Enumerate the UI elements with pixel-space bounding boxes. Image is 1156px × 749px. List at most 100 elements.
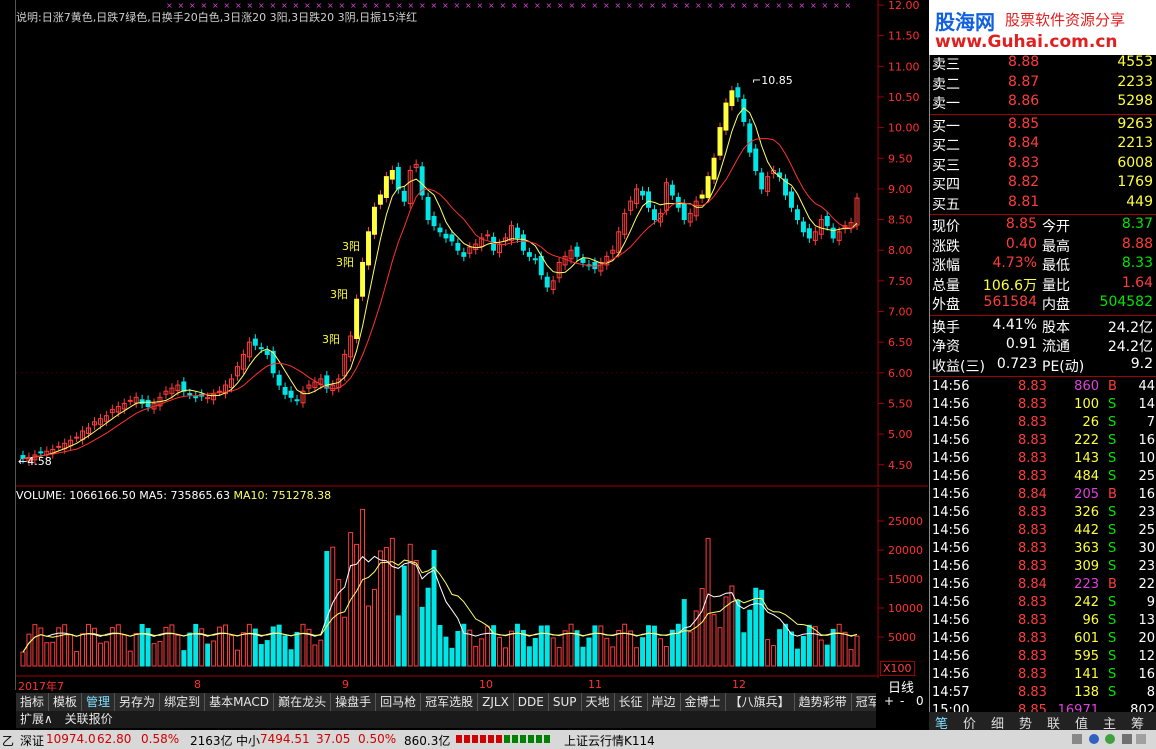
indicator-tab[interactable]: 回马枪 xyxy=(376,693,422,711)
candle-body xyxy=(794,209,800,221)
indicator-tab[interactable]: 另存为 xyxy=(115,693,161,711)
zx-label[interactable]: 中小 xyxy=(236,732,260,749)
watermark-brand: 股海网 xyxy=(935,10,995,34)
indicator-tab[interactable]: 岸边 xyxy=(648,693,681,711)
tick-row: 14:56 8.83 96 S 13 xyxy=(930,613,1156,631)
candle-body xyxy=(485,234,491,237)
sell-volume: 2233 xyxy=(1117,73,1153,90)
tick-time: 14:56 xyxy=(932,595,970,610)
indicator-tab[interactable]: 操盘手 xyxy=(331,693,377,711)
tick-row: 14:56 8.83 242 S 9 xyxy=(930,595,1156,613)
fundamental-row: 收益(三) 0.723 PE(动) 9.2 xyxy=(930,356,1156,375)
volume-bar xyxy=(514,623,520,667)
indicator-tab[interactable]: 基本MACD xyxy=(205,693,275,711)
buy-row[interactable]: 买一 8.85 9263 xyxy=(930,116,1156,135)
indicator-tab[interactable]: ZJLX xyxy=(478,693,514,711)
candle-body xyxy=(526,252,532,257)
tick-price: 8.83 xyxy=(1018,451,1047,466)
month-label: 11 xyxy=(588,678,602,691)
tick-count: 25 xyxy=(1138,523,1155,538)
tick-price: 8.83 xyxy=(1018,631,1047,646)
month-label: 10 xyxy=(479,678,493,691)
flag-marker: × xyxy=(638,1,645,10)
indicator-tab[interactable]: 金博士 xyxy=(681,693,726,711)
sell-row[interactable]: 卖一 8.86 5298 xyxy=(930,93,1156,112)
indicator-tab[interactable]: 指标 xyxy=(16,693,50,711)
tick-time: 14:56 xyxy=(932,379,970,394)
indicator-tab[interactable]: DDE xyxy=(514,693,549,711)
flag-marker: × xyxy=(454,1,461,10)
sell-label: 卖一 xyxy=(932,96,960,112)
tick-side: S xyxy=(1108,433,1117,448)
fund-label: 股本 xyxy=(1042,319,1070,336)
expand-tab[interactable]: 扩展∧ xyxy=(16,711,57,728)
volume-bar xyxy=(276,624,282,667)
tick-volume: 100 xyxy=(1074,397,1099,412)
indicator-tab[interactable]: 模板 xyxy=(49,693,83,711)
buy-price: 8.82 xyxy=(1008,174,1040,190)
stat-row: 涨跌 0.40 最高 8.88 xyxy=(930,236,1156,255)
candle-body xyxy=(360,261,366,297)
month-axis: 2017年7 8 9 10 11 12 xyxy=(16,678,876,693)
divider xyxy=(930,214,1156,215)
volume-bar xyxy=(586,637,592,667)
indicator-tab[interactable]: 冠军选股 xyxy=(421,693,479,711)
zoom-out-button[interactable]: - xyxy=(900,694,904,708)
sell-volume: 5298 xyxy=(1117,93,1153,109)
status-mini-bar xyxy=(544,735,550,743)
candle-body xyxy=(735,87,741,98)
three-yang-marker: 3阳 xyxy=(322,333,340,346)
tick-price: 8.83 xyxy=(1018,595,1047,610)
indicator-tab[interactable]: 管理 xyxy=(82,693,116,711)
flag-marker: × xyxy=(557,1,564,10)
candle-body xyxy=(514,227,520,239)
indicator-tab[interactable]: 【八旗兵】 xyxy=(726,693,795,711)
buy-row[interactable]: 买五 8.81 449 xyxy=(930,194,1156,213)
left-scroll-strip[interactable] xyxy=(0,0,16,690)
indicator-tab[interactable]: 长征 xyxy=(615,693,648,711)
candle-body xyxy=(354,298,360,339)
tick-volume: 326 xyxy=(1074,505,1099,520)
indicator-tab[interactable]: SUP xyxy=(549,693,582,711)
zoom-reset-button[interactable]: 0 xyxy=(916,694,924,708)
sh-cloud-label[interactable]: 上证云行情K114 xyxy=(564,732,655,749)
stat-label: 量比 xyxy=(1042,277,1070,294)
watermark-url: www.Guhai.com.cn xyxy=(935,32,1118,52)
volume-ma10: MA10: 751278.38 xyxy=(233,489,332,502)
buy-label: 买一 xyxy=(932,118,960,135)
price-candlestick-chart[interactable]: 12.00 11.50 11.00 10.50 10.00 9.50 9.00 8.50 8.0… xyxy=(16,0,928,487)
buy-row[interactable]: 买三 8.83 6008 xyxy=(930,155,1156,174)
buy-row[interactable]: 买二 8.84 2213 xyxy=(930,135,1156,154)
tick-time: 14:56 xyxy=(932,487,970,502)
candle-body xyxy=(431,215,437,227)
buy-label: 买三 xyxy=(932,157,960,174)
stat-label: 今开 xyxy=(1042,219,1070,235)
buy-row[interactable]: 买四 8.82 1769 xyxy=(930,174,1156,193)
flag-marker: × xyxy=(707,1,714,10)
flag-marker: × xyxy=(488,1,495,10)
related-quotes-tab[interactable]: 关联报价 xyxy=(61,711,117,728)
volume-bar xyxy=(258,644,264,667)
status-mini-bar xyxy=(488,735,494,743)
candle-body xyxy=(520,234,526,251)
price-axis-label: 9.00 xyxy=(888,183,913,196)
indicator-tab[interactable]: 巅在龙头 xyxy=(274,693,332,711)
candle-body xyxy=(461,252,467,257)
indicator-tab[interactable]: 绑定到 xyxy=(160,693,206,711)
sz-label[interactable]: 深证 xyxy=(20,732,44,749)
flag-marker: × xyxy=(684,1,691,10)
candle-body xyxy=(288,390,294,398)
indicator-tab[interactable]: 冠军1号 xyxy=(852,693,876,711)
stat-value: 8.88 xyxy=(1121,235,1153,252)
volume-bar xyxy=(544,625,550,667)
indicator-tab[interactable]: 天地 xyxy=(582,693,615,711)
sell-row[interactable]: 卖二 8.87 2233 xyxy=(930,74,1156,93)
volume-bar-chart[interactable]: 25000 20000 15000 10000 5000 xyxy=(16,488,928,678)
sell-row[interactable]: 卖三 8.88 4553 xyxy=(930,54,1156,73)
indicator-tab[interactable]: 趋势彩带 xyxy=(795,693,852,711)
volume-bar xyxy=(187,632,193,667)
indicator-caption: 说明:日涨7黄色,日跌7绿色,日换手20白色,3日涨20 3阳,3日跌20 3阴… xyxy=(16,11,418,24)
status-mini-bar xyxy=(504,735,510,743)
zoom-in-button[interactable]: + xyxy=(884,694,894,708)
tick-volume: 363 xyxy=(1074,541,1099,556)
